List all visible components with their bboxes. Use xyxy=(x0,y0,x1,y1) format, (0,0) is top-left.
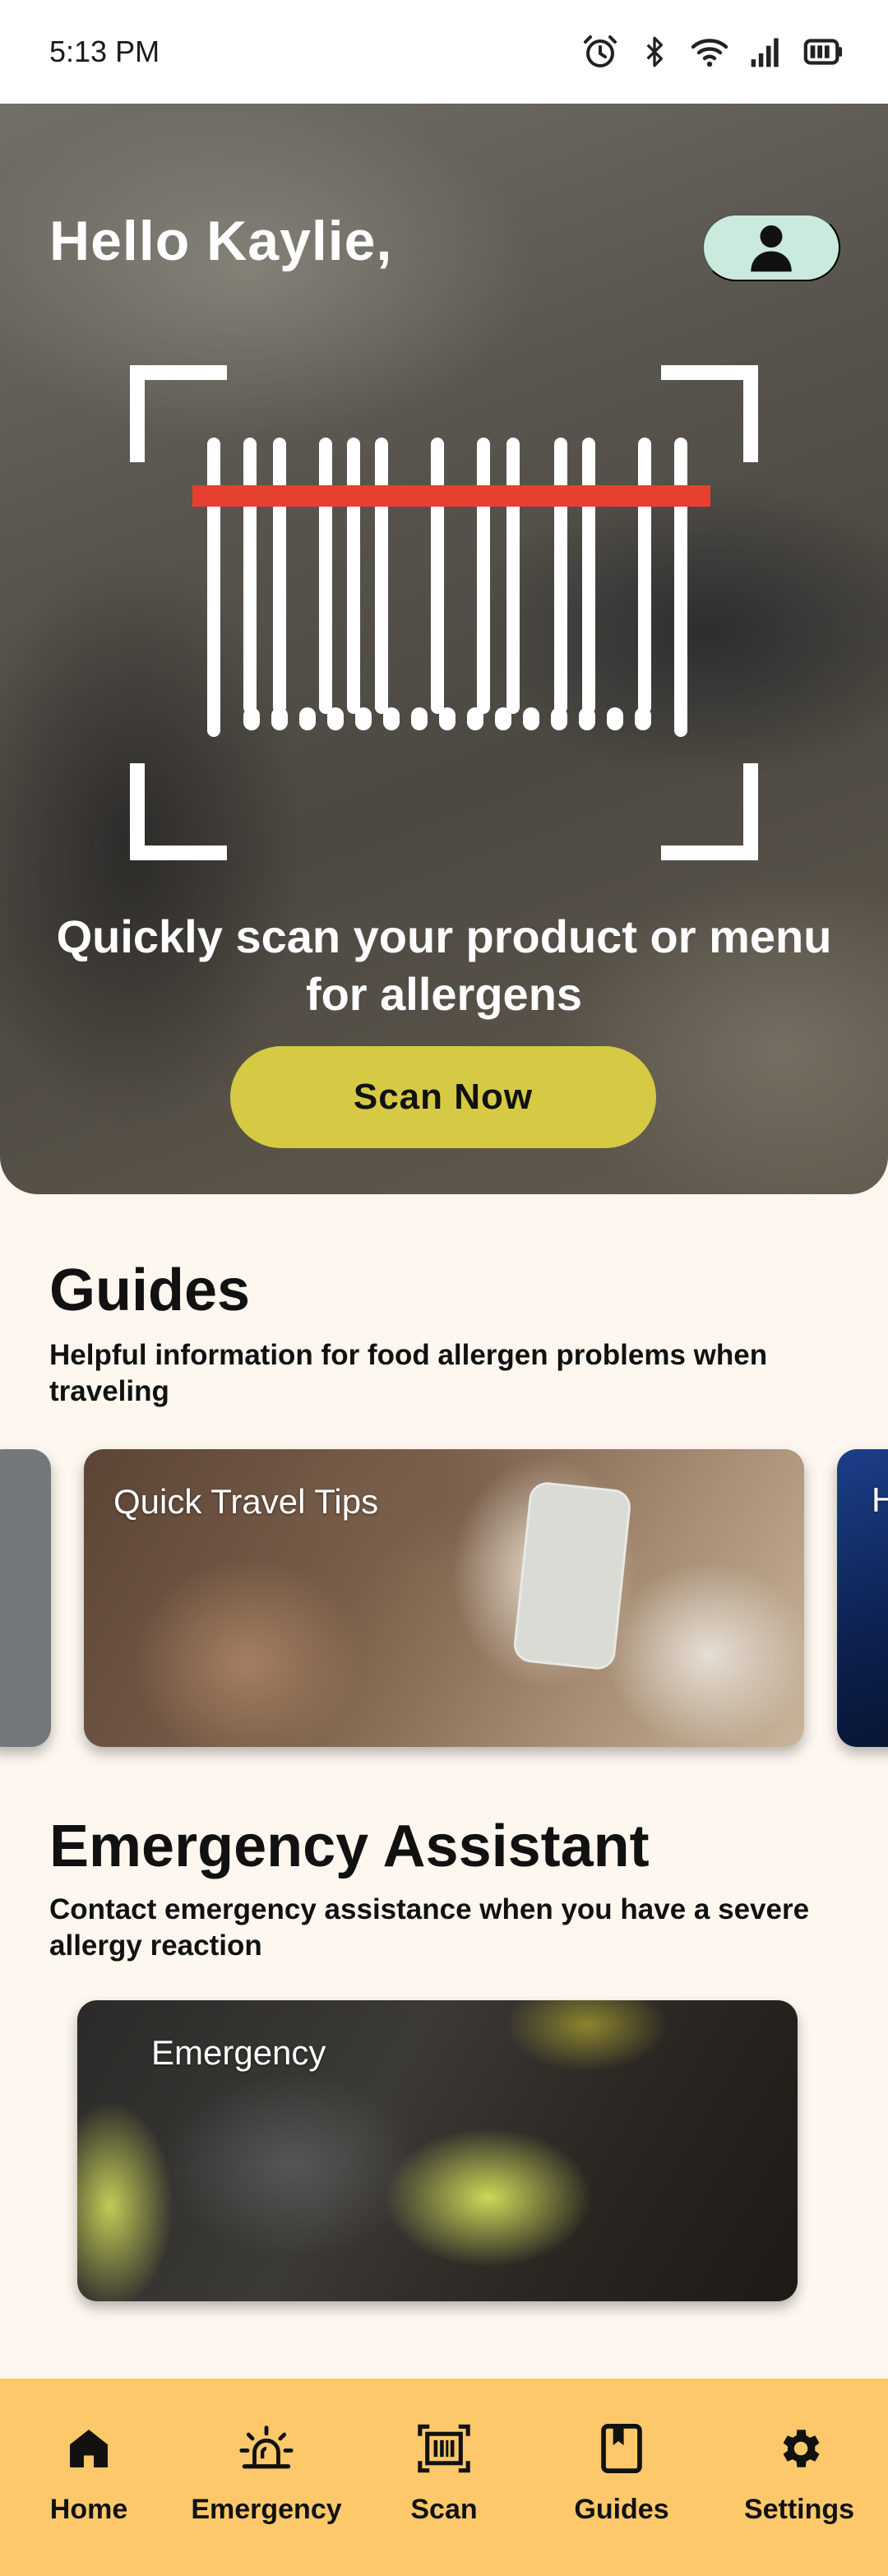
hero-headline: Quickly scan your product or menu for al… xyxy=(56,910,832,1020)
nav-scan[interactable]: Scan xyxy=(362,2420,526,2526)
guide-card-next-label: H xyxy=(872,1480,888,1519)
profile-button[interactable] xyxy=(702,214,840,281)
nav-label-settings: Settings xyxy=(743,2494,855,2525)
home-icon xyxy=(70,2430,108,2467)
signal-icon xyxy=(751,38,779,67)
nav-label-home: Home xyxy=(49,2494,128,2525)
book-icon xyxy=(601,2424,642,2473)
battery-icon xyxy=(803,39,843,65)
person-icon xyxy=(751,225,792,272)
status-time: 5:13 PM xyxy=(49,35,160,68)
guide-card-next[interactable]: H xyxy=(837,1449,888,1747)
bluetooth-icon xyxy=(646,36,663,67)
nav-label-scan: Scan xyxy=(410,2494,478,2525)
nav-label-guides: Guides xyxy=(574,2494,669,2525)
emergency-subtitle: Contact emergency assistance when you ha… xyxy=(49,1893,810,1962)
greeting: Hello Kaylie, xyxy=(49,210,393,272)
guide-card-quick-travel-tips[interactable]: Quick Travel Tips xyxy=(84,1449,804,1747)
status-bar: 5:13 PM xyxy=(0,0,888,104)
scan-now-button[interactable]: Scan Now xyxy=(230,1046,656,1148)
barcode-scan-icon xyxy=(418,2424,470,2473)
bottom-nav: Home Emergency Scan Guides Settings xyxy=(0,2379,888,2576)
guide-card-label: Quick Travel Tips xyxy=(113,1482,379,1521)
barcode-dots xyxy=(243,707,651,730)
emergency-title: Emergency Assistant xyxy=(49,1814,650,1879)
emergency-card-label: Emergency xyxy=(151,2033,326,2072)
gear-icon xyxy=(783,2430,820,2467)
alarm-icon xyxy=(584,35,617,67)
wifi-icon xyxy=(691,39,728,67)
nav-home[interactable]: Home xyxy=(7,2420,171,2526)
guide-card-previous[interactable] xyxy=(0,1449,51,1747)
scan-line xyxy=(192,485,710,507)
status-icons xyxy=(580,32,844,72)
siren-icon xyxy=(239,2425,294,2469)
card-photo-phone xyxy=(511,1480,633,1671)
hero-banner: Hello Kaylie, Quickly scan your product … xyxy=(0,104,888,1194)
nav-guides[interactable]: Guides xyxy=(539,2420,704,2526)
nav-label-emergency: Emergency xyxy=(191,2494,342,2525)
nav-emergency[interactable]: Emergency xyxy=(184,2420,349,2526)
nav-settings[interactable]: Settings xyxy=(717,2420,881,2526)
guides-title: Guides xyxy=(49,1258,251,1323)
emergency-card[interactable]: Emergency xyxy=(77,2000,798,2301)
guides-subtitle: Helpful information for food allergen pr… xyxy=(49,1339,768,1407)
barcode-scan-graphic xyxy=(130,365,758,860)
